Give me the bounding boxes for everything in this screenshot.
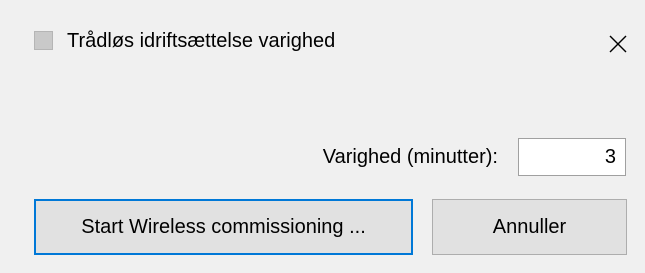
start-wireless-commissioning-button[interactable]: Start Wireless commissioning ... xyxy=(34,199,413,255)
close-button[interactable] xyxy=(598,24,638,64)
wireless-commissioning-dialog: Trådløs idriftsættelse varighed Varighed… xyxy=(0,0,645,273)
duration-label: Varighed (minutter): xyxy=(322,146,498,168)
title-bar: Trådløs idriftsættelse varighed xyxy=(0,0,645,84)
window-title: Trådløs idriftsættelse varighed xyxy=(67,30,336,52)
close-icon xyxy=(609,35,627,53)
cancel-button[interactable]: Annuller xyxy=(432,199,627,255)
app-icon xyxy=(34,31,53,50)
duration-input[interactable] xyxy=(518,138,626,176)
